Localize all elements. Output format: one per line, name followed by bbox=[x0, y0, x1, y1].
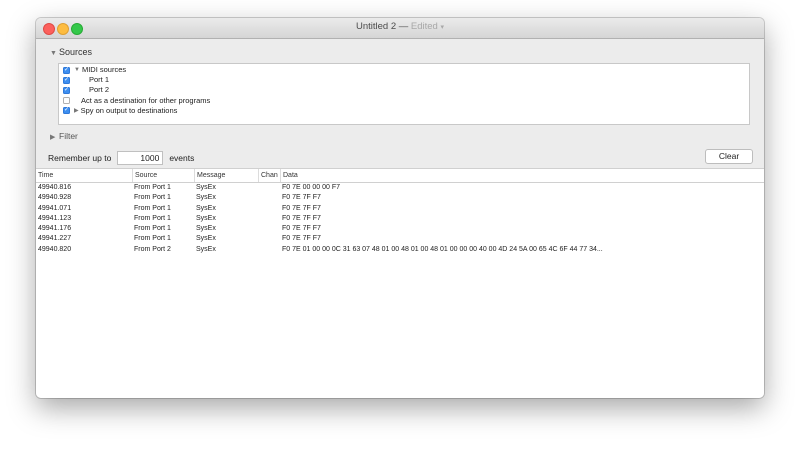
source-checkbox[interactable]: ✓ bbox=[63, 76, 70, 84]
table-cell: F0 7E 7F F7 bbox=[282, 235, 321, 243]
table-row[interactable]: 49941.123 From Port 1 SysEx F0 7E 7F F7 bbox=[36, 214, 764, 224]
filter-disclosure[interactable]: ▶ Filter bbox=[50, 131, 78, 141]
column-header[interactable]: Message bbox=[194, 169, 258, 182]
table-row[interactable]: 49941.227 From Port 1 SysEx F0 7E 7F F7 bbox=[36, 234, 764, 244]
column-header[interactable]: Time bbox=[36, 169, 132, 182]
disclosure-right-icon[interactable]: ▶ bbox=[74, 106, 79, 116]
title-separator: — bbox=[396, 21, 411, 32]
disclosure-down-icon[interactable]: ▼ bbox=[50, 50, 59, 57]
table-cell: 49941.176 bbox=[38, 225, 72, 233]
source-checkbox[interactable]: ✓ bbox=[63, 66, 70, 74]
table-cell: SysEx bbox=[196, 204, 216, 212]
table-cell: F0 7E 7F F7 bbox=[282, 214, 321, 222]
source-checkbox[interactable]: ✓ bbox=[63, 107, 70, 115]
sources-disclosure[interactable]: ▼ Sources bbox=[50, 47, 92, 57]
window-title[interactable]: Untitled 2 — Edited ▾ bbox=[36, 21, 764, 32]
sources-title: Sources bbox=[59, 47, 93, 57]
table-cell: From Port 1 bbox=[134, 225, 171, 233]
table-cell: From Port 1 bbox=[134, 214, 171, 222]
event-count-input[interactable] bbox=[117, 151, 164, 165]
table-cell: 49940.928 bbox=[38, 194, 72, 202]
disclosure-right-icon[interactable]: ▶ bbox=[50, 133, 59, 141]
table-row[interactable]: 49941.071 From Port 1 SysEx F0 7E 7F F7 bbox=[36, 204, 764, 214]
table-cell: 49940.816 bbox=[38, 184, 72, 191]
sources-list: ✓ ▼ MIDI sources ✓ Port 1 ✓ Port 2 Act as a des… bbox=[58, 63, 750, 125]
source-checkbox[interactable]: ✓ bbox=[63, 86, 70, 94]
table-cell: SysEx bbox=[196, 214, 216, 222]
table-cell: F0 7E 00 00 00 F7 bbox=[282, 184, 340, 191]
table-row[interactable]: 49941.176 From Port 1 SysEx F0 7E 7F F7 bbox=[36, 224, 764, 234]
table-body: 49940.816 From Port 1 SysEx F0 7E 00 00 00 … bbox=[36, 183, 764, 255]
table-row[interactable]: 49940.820 From Port 2 SysEx F0 7E 01 00 00 … bbox=[36, 245, 764, 255]
source-label: MIDI sources bbox=[81, 65, 127, 74]
source-label: Spy on output to destinations bbox=[80, 105, 178, 115]
table-row[interactable]: 49940.816 From Port 1 SysEx F0 7E 00 00 00 … bbox=[36, 183, 764, 193]
table-cell: 49941.071 bbox=[38, 204, 72, 212]
table-cell: From Port 1 bbox=[134, 194, 171, 202]
source-item[interactable]: ✓ ▼ MIDI sources bbox=[63, 65, 126, 75]
table-header: Time Source Message Chan Data bbox=[36, 168, 764, 183]
document-name: Untitled 2 bbox=[355, 21, 397, 32]
column-header[interactable]: Source bbox=[132, 169, 194, 182]
table-row[interactable]: 49940.928 From Port 1 SysEx F0 7E 7F F7 bbox=[36, 193, 764, 203]
table-cell: From Port 1 bbox=[134, 204, 171, 212]
source-label: Act as a destination for other programs bbox=[81, 95, 211, 105]
edited-label: Edited bbox=[410, 21, 438, 32]
filter-title: Filter bbox=[59, 131, 78, 141]
column-header[interactable]: Data bbox=[280, 169, 762, 182]
remember-events-control: Remember up to events bbox=[48, 151, 194, 165]
source-item[interactable]: ✓ Port 2 bbox=[63, 85, 109, 95]
title-bar: Untitled 2 — Edited ▾ bbox=[36, 18, 764, 39]
table-cell: 49941.227 bbox=[38, 235, 72, 243]
column-header[interactable]: Chan bbox=[258, 169, 280, 182]
table-cell: 49941.123 bbox=[38, 214, 72, 222]
table-cell: F0 7E 7F F7 bbox=[282, 225, 321, 233]
clear-button[interactable]: Clear bbox=[705, 149, 753, 164]
table-cell: SysEx bbox=[196, 235, 216, 243]
table-cell: SysEx bbox=[196, 245, 216, 253]
remember-prefix-label: Remember up to bbox=[48, 153, 112, 163]
table-cell: From Port 1 bbox=[134, 184, 171, 191]
remember-suffix-label: events bbox=[169, 153, 195, 163]
table-cell: 49940.820 bbox=[38, 245, 72, 253]
events-table: Time Source Message Chan Data 49940.816 From … bbox=[36, 168, 764, 398]
table-cell: F0 7E 01 00 00 0C 31 63 07 48 01 00 48 0… bbox=[282, 245, 603, 253]
source-item[interactable]: ✓ Port 1 bbox=[63, 75, 109, 85]
source-checkbox[interactable] bbox=[63, 97, 70, 105]
table-cell: From Port 2 bbox=[134, 245, 171, 253]
table-cell: F0 7E 7F F7 bbox=[282, 204, 321, 212]
title-menu-chevron-icon[interactable]: ▾ bbox=[440, 24, 444, 31]
table-cell: F0 7E 7F F7 bbox=[282, 194, 321, 202]
table-cell: SysEx bbox=[196, 194, 216, 202]
table-cell: From Port 1 bbox=[134, 235, 171, 243]
source-item[interactable]: ✓ ▶ Spy on output to destinations bbox=[63, 106, 177, 116]
source-label: Port 2 bbox=[89, 85, 110, 95]
table-cell: SysEx bbox=[196, 184, 216, 191]
disclosure-down-icon[interactable]: ▼ bbox=[74, 65, 80, 75]
table-cell: SysEx bbox=[196, 225, 216, 233]
source-label: Port 1 bbox=[89, 75, 110, 85]
source-item[interactable]: Act as a destination for other programs bbox=[63, 96, 210, 106]
app-window: Untitled 2 — Edited ▾ ▼ Sources ✓ ▼ MIDI so… bbox=[36, 18, 764, 398]
